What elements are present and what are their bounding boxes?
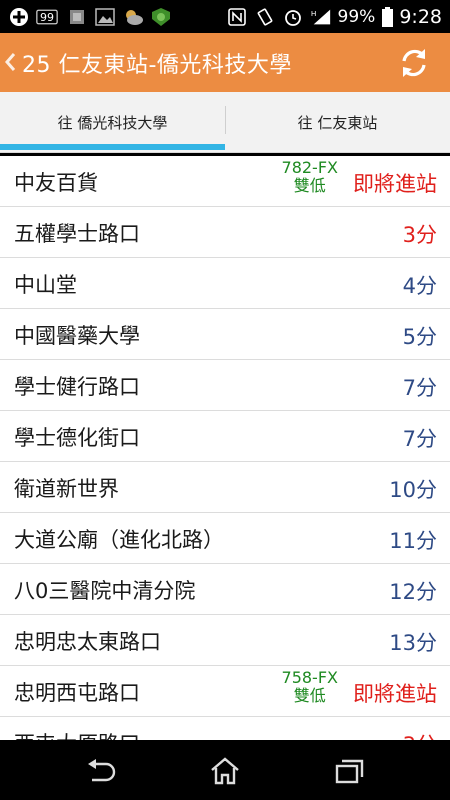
alarm-icon [282, 7, 304, 27]
stop-name: 忠明西屯路口 [14, 681, 140, 705]
app-icon [66, 7, 88, 27]
nfc-icon [226, 7, 248, 27]
battery-percent: 99% [337, 7, 376, 27]
list-item[interactable]: 西屯大原路口 3分 [0, 717, 450, 740]
refresh-button[interactable] [396, 45, 432, 81]
list-item[interactable]: 忠明忠太東路口 13分 [0, 615, 450, 666]
svg-text:H: H [310, 9, 316, 18]
eta: 7分 [402, 427, 437, 451]
eta: 12分 [389, 580, 437, 604]
eta: 3分 [402, 223, 437, 247]
stop-name: 忠明忠太東路口 [14, 630, 161, 654]
eta: 7分 [402, 376, 437, 400]
security-icon [150, 7, 172, 27]
stop-name: 衛道新世界 [14, 477, 119, 501]
eta: 11分 [389, 529, 437, 553]
notification-badge: 99 [40, 10, 54, 24]
bus-plate: 782-FX [281, 158, 338, 177]
list-item[interactable]: 中國醫藥大學 5分 [0, 309, 450, 360]
eta: 5分 [402, 325, 437, 349]
add-icon [8, 7, 30, 27]
list-item[interactable]: 學士德化街口 7分 [0, 411, 450, 462]
status-bar: 99 H 99% 9:28 [0, 0, 450, 33]
recents-icon [335, 759, 364, 784]
eta: 13分 [389, 631, 437, 655]
direction-tabs: 往 僑光科技大學 往 仁友東站 [0, 92, 450, 153]
tab-to-renyou-east[interactable]: 往 仁友東站 [225, 92, 450, 152]
bus-type: 雙低 [293, 686, 326, 705]
bus-info: 758-FX 雙低 [282, 669, 338, 705]
navigation-bar [0, 740, 450, 800]
stop-name: 五權學士路口 [14, 222, 140, 246]
weather-icon [122, 7, 144, 27]
tab-indicator [0, 144, 225, 150]
chevron-left-icon[interactable] [3, 51, 17, 73]
list-item[interactable]: 五權學士路口 3分 [0, 207, 450, 258]
stop-name: 西屯大原路口 [14, 728, 140, 740]
page-title: 25 仁友東站-僑光科技大學 [22, 53, 292, 78]
tab-label: 往 仁友東站 [297, 113, 378, 132]
list-item[interactable]: 中友百貨 782-FX 雙低 即將進站 [0, 156, 450, 207]
stop-list[interactable]: 中友百貨 782-FX 雙低 即將進站 五權學士路口 3分 中山堂 4分 中國醫… [0, 156, 450, 740]
list-item[interactable]: 八0三醫院中清分院 12分 [0, 564, 450, 615]
image-icon [94, 7, 116, 27]
nav-back-button[interactable] [84, 756, 118, 786]
bus-info: 782-FX 雙低 [282, 159, 338, 195]
stop-name: 中山堂 [14, 273, 77, 297]
list-item[interactable]: 忠明西屯路口 758-FX 雙低 即將進站 [0, 666, 450, 717]
stop-name: 中友百貨 [14, 171, 98, 195]
list-item[interactable]: 衛道新世界 10分 [0, 462, 450, 513]
nav-home-button[interactable] [208, 756, 242, 786]
eta: 4分 [402, 274, 437, 298]
list-item[interactable]: 中山堂 4分 [0, 258, 450, 309]
action-bar: 25 仁友東站-僑光科技大學 [0, 33, 450, 92]
vibrate-icon [254, 7, 276, 27]
eta: 10分 [389, 478, 437, 502]
eta: 即將進站 [353, 172, 437, 196]
home-icon [211, 757, 239, 785]
stop-name: 大道公廟（進化北路） [14, 528, 224, 552]
eta: 即將進站 [353, 682, 437, 706]
tab-label: 往 僑光科技大學 [57, 113, 168, 132]
stop-name: 學士德化街口 [14, 426, 140, 450]
bus-type: 雙低 [293, 176, 326, 195]
stop-name: 八0三醫院中清分院 [14, 579, 196, 603]
stop-name: 學士健行路口 [14, 375, 140, 399]
system-icons: H 99% 9:28 [226, 6, 442, 28]
bus-plate: 758-FX [281, 668, 338, 687]
list-item[interactable]: 大道公廟（進化北路） 11分 [0, 513, 450, 564]
nav-recents-button[interactable] [333, 756, 367, 786]
tab-to-qiaoguang[interactable]: 往 僑光科技大學 [0, 92, 225, 152]
battery-icon [381, 7, 393, 27]
signal-icon: H [310, 7, 332, 27]
refresh-icon [402, 49, 426, 77]
stop-name: 中國醫藥大學 [14, 324, 140, 348]
clock: 9:28 [399, 6, 442, 28]
list-item[interactable]: 學士健行路口 7分 [0, 360, 450, 411]
notification-icons: 99 [8, 6, 172, 28]
back-arrow-icon [88, 759, 116, 782]
eta: 3分 [403, 729, 437, 740]
